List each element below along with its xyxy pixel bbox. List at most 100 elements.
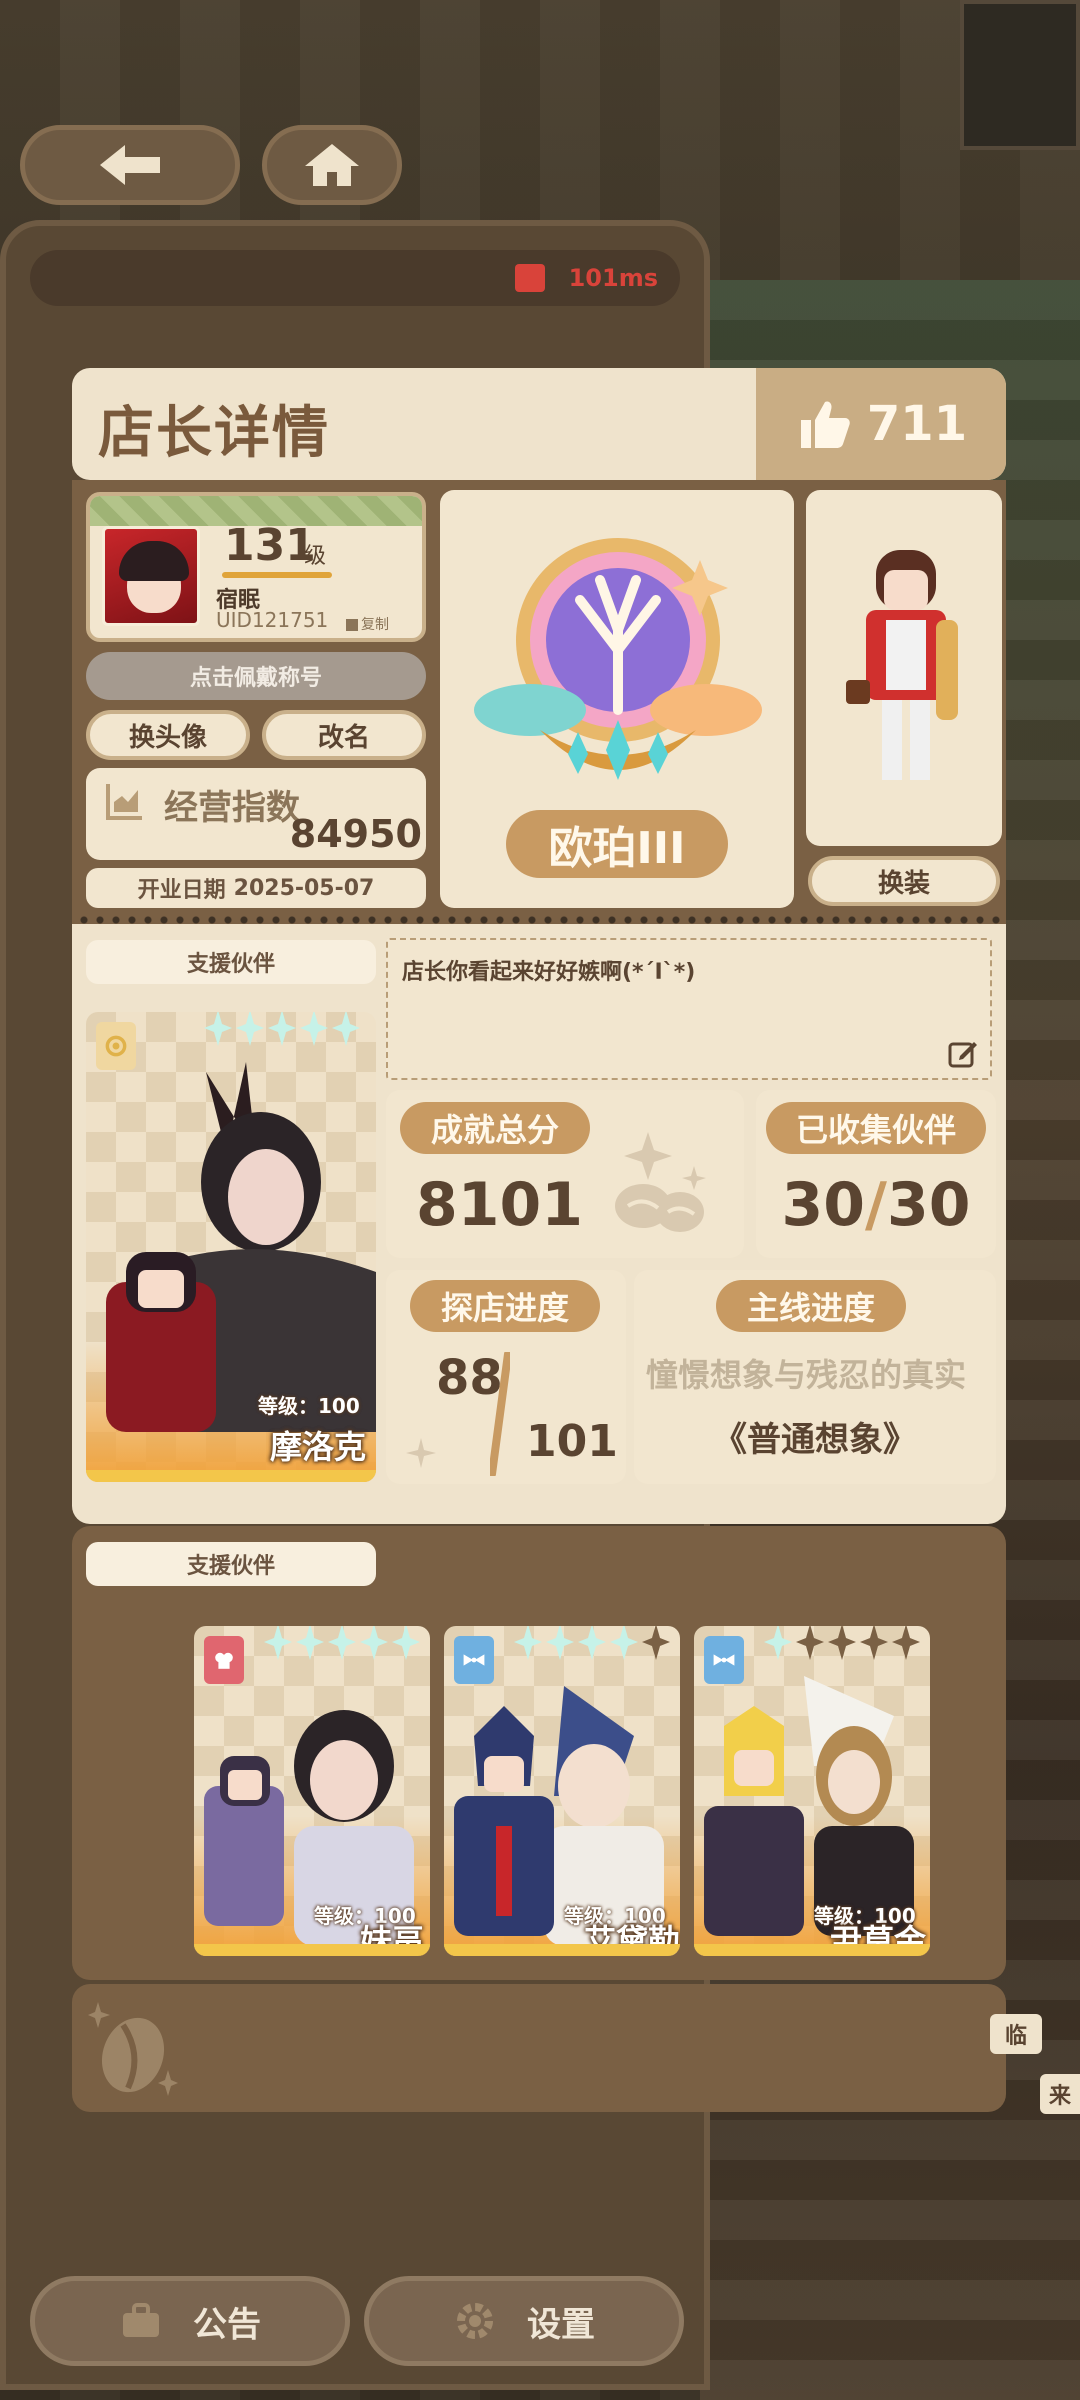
copy-button[interactable]: 复制 bbox=[346, 614, 389, 634]
home-icon bbox=[305, 144, 359, 186]
partner-gold-bar bbox=[194, 1944, 430, 1956]
like-count: 711 bbox=[866, 396, 968, 452]
partner-level: 等级：100 bbox=[258, 1394, 360, 1418]
rank-name: 欧珀III bbox=[506, 810, 728, 878]
partner-gold-bar bbox=[86, 1470, 376, 1482]
collected-slash: / bbox=[865, 1170, 887, 1240]
star-icon bbox=[328, 1626, 356, 1660]
achievement-label: 成就总分 bbox=[400, 1102, 590, 1154]
open-date-value: 2025-05-07 bbox=[233, 875, 375, 901]
rank-panel[interactable]: 欧珀III bbox=[440, 490, 794, 908]
mainline-subtitle: 憧憬想象与残忍的真实 bbox=[646, 1356, 967, 1394]
support-partner-label: 支援伙伴 bbox=[86, 940, 376, 984]
business-index: 经营指数 84950 bbox=[86, 768, 426, 860]
change-costume-button[interactable]: 换装 bbox=[808, 856, 1000, 906]
home-button[interactable] bbox=[262, 125, 402, 205]
level-unit: 级 bbox=[304, 544, 327, 569]
edit-icon[interactable] bbox=[948, 1038, 978, 1068]
rank-emblem-icon bbox=[474, 538, 762, 780]
partner-stars bbox=[764, 1626, 920, 1660]
settings-label: 设置 bbox=[527, 2304, 595, 2345]
coffee-bean-icon bbox=[88, 2002, 178, 2096]
star-icon bbox=[892, 1626, 920, 1660]
thumbs-up-icon bbox=[800, 401, 850, 448]
page-title: 店长详情 bbox=[98, 401, 330, 466]
star-icon bbox=[860, 1626, 888, 1660]
collected-have: 30 bbox=[781, 1170, 866, 1240]
star-icon bbox=[264, 1626, 292, 1660]
rename-button[interactable]: 改名 bbox=[262, 710, 426, 760]
ping-value: 101ms bbox=[568, 264, 658, 292]
mainline-box[interactable]: 主线进度 憧憬想象与残忍的真实 《普通想象》 bbox=[634, 1270, 996, 1484]
scene-window bbox=[960, 0, 1080, 150]
briefcase-icon bbox=[123, 2303, 159, 2337]
star-icon bbox=[360, 1626, 388, 1660]
coffee-bean-icon bbox=[615, 1132, 706, 1232]
star-icon bbox=[392, 1626, 420, 1660]
partner-name: 摩洛克 bbox=[270, 1428, 367, 1466]
notice-button[interactable]: 公告 bbox=[30, 2276, 350, 2366]
star-icon bbox=[610, 1626, 638, 1660]
main-partner-card[interactable]: 等级：100 摩洛克 bbox=[86, 1012, 376, 1482]
progress-slash bbox=[490, 1352, 510, 1476]
business-label: 经营指数 bbox=[164, 788, 300, 828]
message-text: 店长你看起来好好嫉啊(*´Ι`*) bbox=[402, 960, 696, 985]
partner-stars bbox=[264, 1626, 420, 1660]
avatar-hair bbox=[119, 541, 189, 581]
star-icon bbox=[578, 1626, 606, 1660]
wear-title-button[interactable]: 点击佩戴称号 bbox=[86, 652, 426, 700]
character-sprite bbox=[846, 550, 958, 780]
side-tab-a[interactable]: 临 bbox=[990, 2014, 1042, 2054]
star-icon bbox=[796, 1626, 824, 1660]
star-icon bbox=[764, 1626, 792, 1660]
explore-box: 探店进度 88 101 bbox=[386, 1270, 626, 1484]
perforated-divider bbox=[76, 916, 1004, 924]
uid: UID121751 bbox=[216, 608, 329, 632]
detail-header: 店长详情 711 bbox=[72, 368, 1006, 480]
settings-button[interactable]: 设置 bbox=[364, 2276, 684, 2366]
partner-stars bbox=[514, 1626, 670, 1660]
costume-panel bbox=[806, 490, 1002, 846]
achievement-box: 成就总分 8101 bbox=[386, 1090, 744, 1258]
partner-gold-bar bbox=[444, 1944, 680, 1956]
star-icon bbox=[296, 1626, 324, 1660]
player-level: 131 bbox=[224, 520, 316, 571]
collected-label: 已收集伙伴 bbox=[766, 1102, 986, 1154]
achievement-value: 8101 bbox=[416, 1170, 583, 1240]
like-button[interactable]: 711 bbox=[756, 368, 1006, 480]
team-partner-card[interactable]: 等级：100 妹畐 bbox=[194, 1626, 430, 1956]
network-status: 101ms bbox=[30, 250, 680, 306]
team-partner-card[interactable]: 等级：100 艾黛勒 bbox=[444, 1626, 680, 1956]
collected-value: 30/30 bbox=[756, 1170, 996, 1240]
profile-card: 131 级 宿眠 UID121751 复制 bbox=[86, 492, 426, 642]
avatar[interactable] bbox=[102, 526, 200, 626]
side-tab-b[interactable]: 来 bbox=[1040, 2074, 1080, 2114]
open-date-label: 开业日期 bbox=[137, 878, 226, 903]
business-value: 84950 bbox=[289, 812, 422, 856]
mainline-chapter: 《普通想象》 bbox=[713, 1420, 917, 1460]
star-icon bbox=[514, 1626, 542, 1660]
collected-box: 已收集伙伴 30/30 bbox=[756, 1090, 996, 1258]
copy-icon bbox=[346, 619, 358, 631]
signal-icon bbox=[515, 264, 545, 292]
team-partner-card[interactable]: 等级：100 尹莫金 bbox=[694, 1626, 930, 1956]
star-icon bbox=[642, 1626, 670, 1660]
gear-icon bbox=[457, 2303, 493, 2339]
notice-label: 公告 bbox=[193, 2304, 261, 2345]
mainline-label: 主线进度 bbox=[716, 1280, 906, 1332]
copy-label: 复制 bbox=[361, 617, 389, 633]
collected-total: 30 bbox=[886, 1170, 971, 1240]
explore-label: 探店进度 bbox=[410, 1280, 600, 1332]
chart-icon bbox=[106, 784, 142, 820]
back-button[interactable] bbox=[20, 125, 240, 205]
level-underline bbox=[222, 572, 332, 578]
collection-strip bbox=[72, 1984, 1006, 2112]
change-avatar-button[interactable]: 换头像 bbox=[86, 710, 250, 760]
open-date: 开业日期 2025-05-07 bbox=[86, 868, 426, 908]
arrow-left-icon bbox=[100, 145, 160, 185]
star-icon bbox=[828, 1626, 856, 1660]
explore-total: 101 bbox=[526, 1416, 618, 1467]
message-box[interactable]: 店长你看起来好好嫉啊(*´Ι`*) bbox=[386, 938, 992, 1080]
star-icon bbox=[546, 1626, 574, 1660]
support-team-label: 支援伙伴 bbox=[86, 1542, 376, 1586]
